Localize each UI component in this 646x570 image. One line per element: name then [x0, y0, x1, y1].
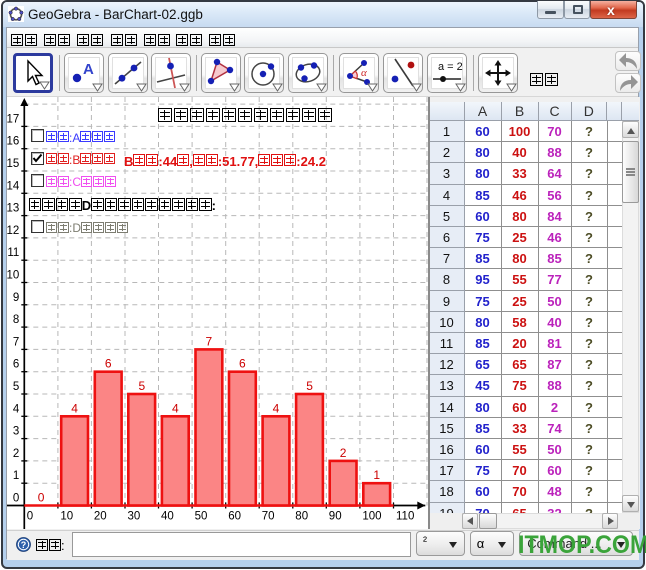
svg-text:14: 14 — [7, 180, 20, 192]
svg-text:40: 40 — [161, 511, 174, 523]
svg-text:0: 0 — [13, 493, 19, 505]
svg-text:17: 17 — [7, 113, 19, 125]
svg-text:A: A — [83, 61, 94, 78]
svg-text:90: 90 — [329, 511, 342, 523]
svg-text:100: 100 — [362, 511, 381, 523]
svg-text:13: 13 — [7, 203, 19, 215]
svg-text:1: 1 — [13, 470, 19, 482]
svg-text:6: 6 — [239, 357, 246, 371]
svg-text:10: 10 — [7, 270, 19, 282]
svg-text:11: 11 — [7, 247, 19, 259]
svg-text:80: 80 — [295, 511, 308, 523]
svg-text:60: 60 — [228, 511, 241, 523]
svg-text:6: 6 — [105, 357, 112, 371]
svg-text:α: α — [361, 67, 367, 79]
svg-text:4: 4 — [71, 401, 78, 415]
svg-text:7: 7 — [206, 334, 213, 348]
svg-text:7: 7 — [13, 336, 19, 348]
svg-text:3: 3 — [13, 426, 19, 438]
svg-text:2: 2 — [13, 448, 19, 460]
svg-text:2: 2 — [340, 446, 347, 460]
svg-text:4: 4 — [172, 401, 179, 415]
svg-text:a = 2: a = 2 — [438, 61, 463, 73]
svg-text:50: 50 — [195, 511, 208, 523]
svg-text:4: 4 — [273, 401, 280, 415]
svg-text:5: 5 — [138, 379, 145, 393]
svg-text:110: 110 — [396, 511, 414, 523]
svg-text:5: 5 — [13, 381, 19, 393]
svg-text:12: 12 — [7, 225, 19, 237]
svg-text:8: 8 — [13, 314, 19, 326]
svg-text:30: 30 — [128, 511, 141, 523]
svg-text:0: 0 — [38, 491, 45, 505]
svg-text:6: 6 — [13, 359, 19, 371]
svg-text:1: 1 — [373, 468, 380, 482]
svg-text:0: 0 — [27, 511, 33, 523]
svg-text:15: 15 — [7, 158, 19, 170]
svg-text:?: ? — [21, 540, 27, 550]
svg-text:9: 9 — [13, 292, 19, 304]
svg-text:10: 10 — [60, 511, 73, 523]
svg-text:20: 20 — [94, 511, 107, 523]
svg-text:4: 4 — [13, 403, 20, 415]
svg-text:70: 70 — [262, 511, 275, 523]
svg-text:5: 5 — [306, 379, 313, 393]
svg-text:16: 16 — [7, 136, 19, 148]
